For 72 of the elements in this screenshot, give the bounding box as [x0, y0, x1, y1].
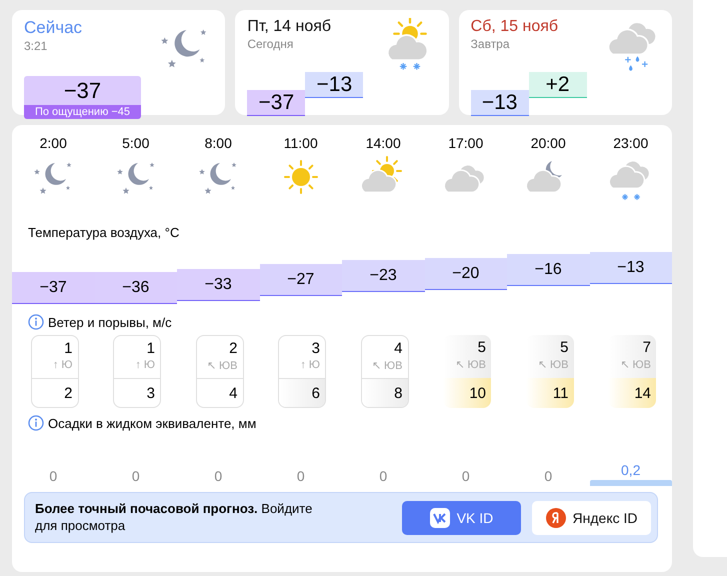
max-temperature: −13 — [305, 72, 364, 98]
hour-label: 11:00 — [284, 135, 318, 151]
wind-direction: ↖ ЮВ — [372, 359, 402, 372]
temperature-bar: −33 — [177, 268, 260, 301]
wind-speed: 3 — [312, 340, 320, 357]
login-button[interactable]: VK ID — [402, 500, 521, 534]
wind-gust: 2 — [64, 384, 72, 402]
temperature-bar: −20 — [424, 258, 507, 290]
hour-label: 23:00 — [613, 135, 648, 151]
day-forecast-card[interactable]: Пт, 14 нояб Сегодня −37 −13 — [235, 10, 449, 115]
current-title: Сейчас — [24, 18, 82, 38]
precipitation-value: 0 — [48, 468, 58, 484]
temperature-bar: −13 — [590, 252, 672, 284]
wind-direction: ↑ Ю — [52, 359, 72, 371]
temperature-bar: −36 — [94, 272, 177, 304]
max-temperature: +2 — [528, 72, 587, 98]
wind-speed: 1 — [64, 340, 72, 357]
wind-direction: ↑ Ю — [300, 359, 320, 371]
section-label: Осадки в жидком эквиваленте, мм — [48, 416, 256, 431]
info-icon[interactable] — [28, 314, 44, 330]
wind-speed: 5 — [478, 339, 486, 356]
section-label: Температура воздуха, °C — [28, 225, 180, 240]
precipitation-value: 0 — [213, 468, 224, 484]
temperature-bar: −37 — [12, 272, 94, 304]
hour-label: 17:00 — [448, 135, 484, 151]
wind-speed: 1 — [146, 340, 155, 357]
day-title: Пт, 14 нояб — [247, 18, 332, 36]
temperature-bar: −27 — [260, 264, 342, 296]
section-label: Ветер и порывы, м/с — [48, 315, 172, 330]
day-forecast-card[interactable]: Сб, 15 нояб Завтра −13 +2 — [458, 10, 672, 115]
login-button[interactable]: Яндекс ID — [532, 500, 651, 534]
wind-gust: 6 — [312, 384, 320, 402]
logo-icon — [546, 508, 566, 528]
wind-speed: 5 — [560, 339, 568, 356]
temperature-bar: −16 — [507, 254, 590, 286]
wind-gust: 8 — [394, 384, 402, 402]
wind-direction: ↑ Ю — [135, 359, 155, 371]
wind-gust: 4 — [229, 384, 238, 402]
wind-gust: 10 — [469, 384, 486, 402]
logo-icon — [430, 508, 450, 528]
current-time: 3:21 — [24, 39, 48, 53]
wind-speed: 2 — [229, 340, 238, 357]
hour-label: 5:00 — [122, 135, 150, 151]
day-subtitle: Завтра — [470, 37, 511, 51]
hour-label: 8:00 — [204, 135, 232, 151]
temperature-bar: −23 — [342, 260, 424, 292]
wind-direction: ↖ ЮВ — [206, 359, 238, 372]
wind-speed: 4 — [394, 340, 402, 357]
login-prompt: Более точный почасовой прогноз. Войдите для просмотра — [35, 500, 314, 534]
wind-speed: 7 — [642, 339, 651, 356]
wind-direction: ↖ ЮВ — [455, 358, 486, 371]
wind-gust: 14 — [634, 384, 651, 402]
info-icon[interactable] — [28, 415, 44, 431]
wind-gust: 11 — [552, 384, 568, 402]
wind-direction: ↖ ЮВ — [620, 358, 651, 371]
precipitation-value: 0 — [130, 468, 141, 484]
wind-gust: 3 — [146, 384, 155, 402]
day-title: Сб, 15 нояб — [470, 18, 558, 36]
precipitation-value: 0 — [378, 468, 388, 484]
feels-like-label: По ощущению −45 — [24, 105, 141, 119]
precipitation-value: 0 — [460, 468, 471, 484]
precipitation-value: 0 — [543, 468, 554, 484]
hour-label: 20:00 — [530, 135, 566, 151]
precipitation-value: 0,2 — [620, 462, 642, 478]
min-temperature: −13 — [470, 90, 529, 116]
current-temperature: −37 — [64, 77, 102, 105]
min-temperature: −37 — [247, 90, 306, 116]
precipitation-value: 0 — [296, 468, 306, 484]
hour-label: 2:00 — [40, 135, 67, 151]
wind-direction: ↖ ЮВ — [538, 358, 568, 371]
day-subtitle: Сегодня — [247, 37, 294, 51]
hour-label: 14:00 — [366, 135, 401, 151]
